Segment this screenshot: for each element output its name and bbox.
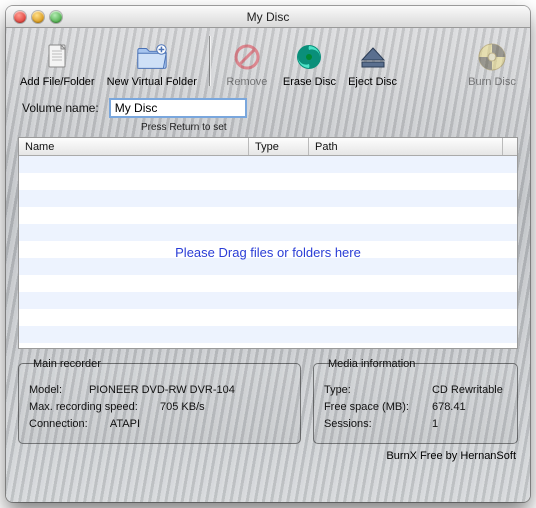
table-header: Name Type Path [19, 138, 517, 156]
eject-icon [356, 40, 390, 74]
sessions-value: 1 [432, 416, 438, 433]
toolbar-separator [209, 36, 211, 86]
window-title: My Disc [6, 10, 530, 24]
toolbar-label: Add File/Folder [20, 76, 95, 88]
toolbar-label: Remove [226, 76, 267, 88]
file-table: Name Type Path Please Drag files or fold… [18, 137, 518, 349]
speed-value: 705 KB/s [160, 399, 205, 416]
type-label: Type: [324, 382, 424, 399]
titlebar: My Disc [6, 6, 530, 28]
col-scroll [503, 138, 517, 155]
col-type[interactable]: Type [249, 138, 309, 155]
folder-plus-icon [135, 40, 169, 74]
speed-label: Max. recording speed: [29, 399, 138, 416]
app-window: My Disc Add File/Folder [6, 6, 530, 502]
credit-text: BurnX Free by HernanSoft [6, 450, 530, 468]
volume-name-input[interactable] [109, 98, 247, 118]
panel-legend: Media information [324, 356, 419, 373]
toolbar: Add File/Folder New Virtual Folder [6, 28, 530, 92]
free-value: 678.41 [432, 399, 466, 416]
free-label: Free space (MB): [324, 399, 424, 416]
remove-button: Remove [217, 32, 277, 90]
sessions-label: Sessions: [324, 416, 424, 433]
model-label: Model: [29, 382, 81, 399]
media-info-panel: Media information Type:CD Rewritable Fre… [313, 363, 518, 444]
empty-message: Please Drag files or folders here [175, 245, 361, 260]
volume-label: Volume name: [22, 101, 99, 115]
conn-value: ATAPI [110, 416, 140, 433]
main-recorder-panel: Main recorder Model:PIONEER DVD-RW DVR-1… [18, 363, 301, 444]
model-value: PIONEER DVD-RW DVR-104 [89, 382, 235, 399]
volume-hint: Press Return to set [141, 122, 530, 133]
toolbar-label: Erase Disc [283, 76, 336, 88]
toolbar-label: Burn Disc [468, 76, 516, 88]
burn-disc-button: Burn Disc [462, 32, 522, 90]
col-path[interactable]: Path [309, 138, 503, 155]
forbidden-icon [230, 40, 264, 74]
swirl-disc-icon [292, 40, 326, 74]
conn-label: Connection: [29, 416, 88, 433]
table-body-dropzone[interactable]: Please Drag files or folders here [19, 156, 517, 348]
col-name[interactable]: Name [19, 138, 249, 155]
burn-icon [475, 40, 509, 74]
add-file-folder-button[interactable]: Add File/Folder [14, 32, 101, 90]
eject-disc-button[interactable]: Eject Disc [342, 32, 403, 90]
type-value: CD Rewritable [432, 382, 503, 399]
toolbar-label: New Virtual Folder [107, 76, 197, 88]
erase-disc-button[interactable]: Erase Disc [277, 32, 342, 90]
new-virtual-folder-button[interactable]: New Virtual Folder [101, 32, 203, 90]
panel-legend: Main recorder [29, 356, 105, 373]
info-panels: Main recorder Model:PIONEER DVD-RW DVR-1… [18, 363, 518, 444]
volume-row: Volume name: [6, 92, 530, 120]
file-icon [40, 40, 74, 74]
toolbar-label: Eject Disc [348, 76, 397, 88]
